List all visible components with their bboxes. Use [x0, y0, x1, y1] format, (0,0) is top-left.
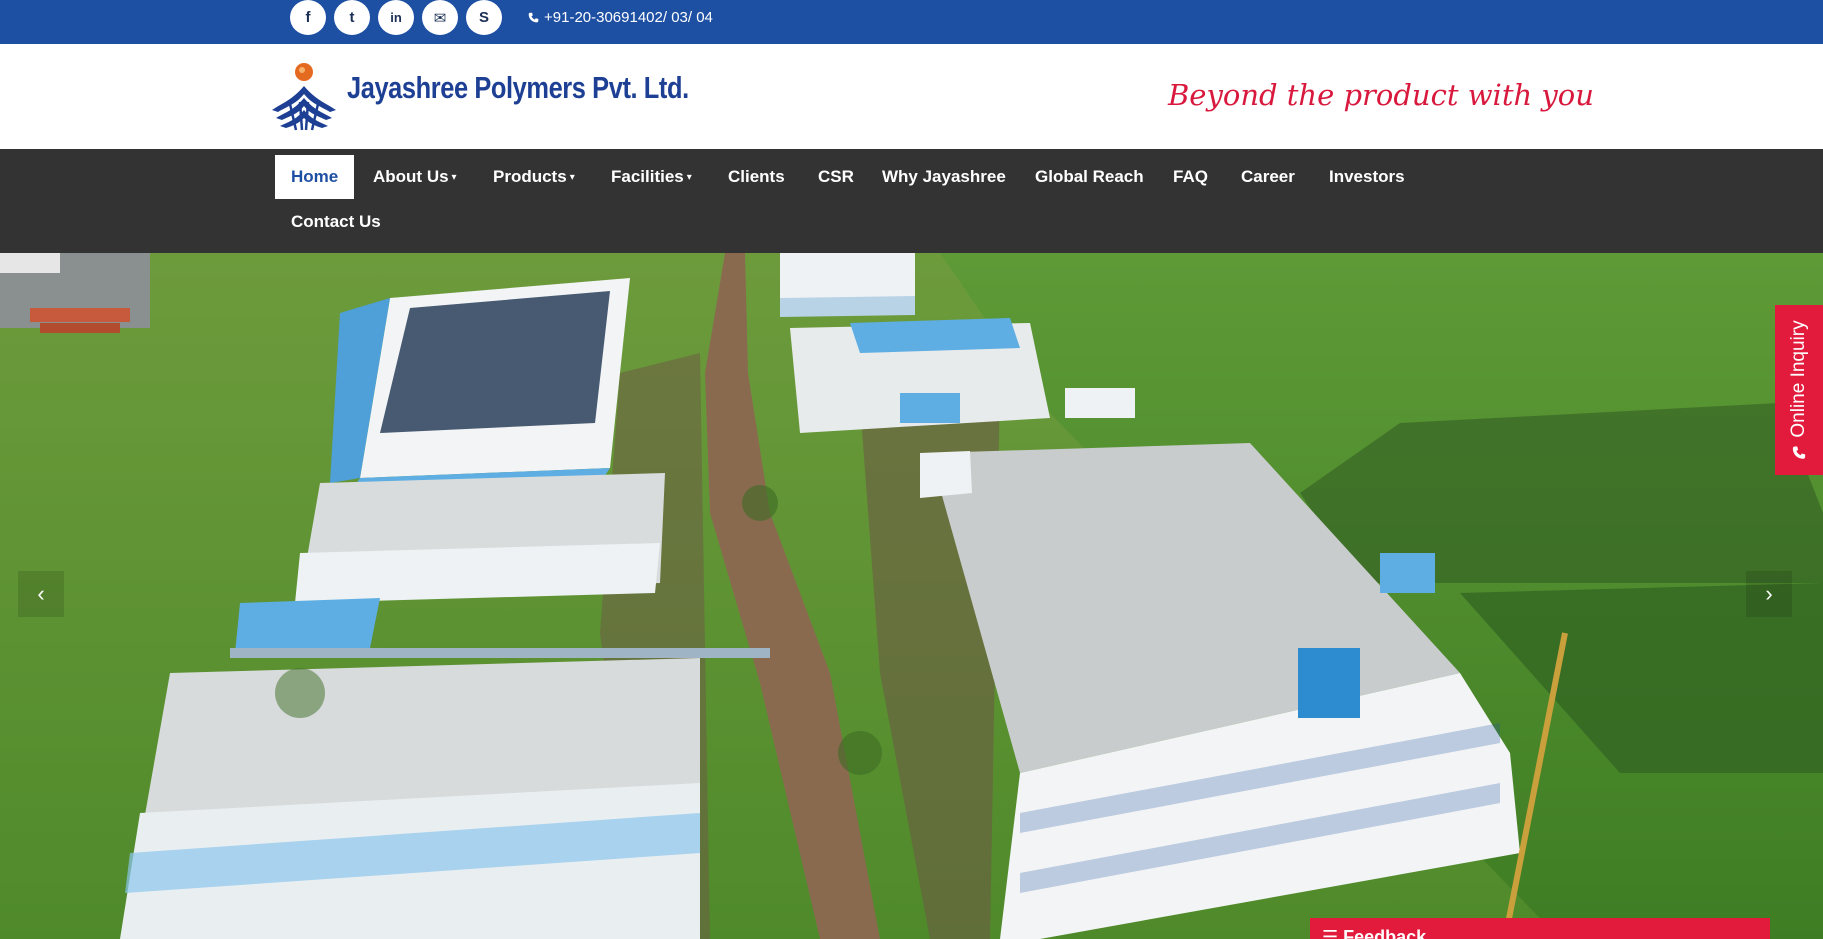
feedback-label: Feedback — [1343, 927, 1427, 939]
hero-carousel[interactable]: ‹ › — [0, 253, 1823, 939]
hero-image — [0, 253, 1823, 939]
feedback-button[interactable]: ☰ Feedback — [1310, 918, 1770, 939]
caret-down-icon: ▾ — [451, 171, 457, 183]
nav-item-global-reach[interactable]: Global Reach — [1035, 155, 1144, 199]
chevron-left-icon: ‹ — [37, 581, 45, 606]
company-name: Jayashree Polymers Pvt. Ltd. — [347, 70, 689, 105]
nav-label: FAQ — [1173, 167, 1208, 186]
envelope-glyph: ✉ — [433, 9, 447, 27]
nav-label: Contact Us — [291, 212, 381, 231]
nav-item-about-us[interactable]: About Us ▾ — [373, 155, 457, 199]
top-bar: f t in ✉ S +91-20-30691402/ 03/ 04 — [0, 0, 1823, 44]
phone-icon — [1792, 446, 1806, 459]
nav-label: About Us — [373, 167, 449, 186]
nav-label: Global Reach — [1035, 167, 1144, 186]
online-inquiry-content: Online Inquiry — [1788, 320, 1810, 459]
nav-label: Products — [493, 167, 567, 186]
caret-down-icon: ▾ — [569, 171, 575, 183]
twitter-icon[interactable]: t — [334, 0, 370, 35]
feedback-icon: ☰ — [1322, 927, 1344, 939]
nav-item-home[interactable]: Home — [275, 155, 355, 199]
nav-item-clients[interactable]: Clients — [728, 155, 785, 199]
logo-mark — [272, 63, 336, 131]
skype-glyph: S — [478, 9, 489, 26]
main-nav: Home About Us ▾ Products ▾ Facilities ▾ Cli… — [0, 149, 1823, 253]
nav-label: Facilities — [611, 167, 684, 186]
nav-item-csr[interactable]: CSR — [818, 155, 854, 199]
carousel-next-button[interactable]: › — [1746, 571, 1792, 617]
nav-item-investors[interactable]: Investors — [1329, 155, 1405, 199]
nav-label: Investors — [1329, 167, 1405, 186]
linkedin-glyph: in — [390, 10, 402, 25]
facebook-glyph: f — [305, 9, 311, 26]
nav-label: Home — [291, 167, 339, 186]
nav-label: Why Jayashree — [882, 167, 1006, 186]
nav-item-career[interactable]: Career — [1241, 155, 1295, 199]
tagline: Beyond the product with you — [1168, 78, 1594, 112]
online-inquiry-tab[interactable]: Online Inquiry — [1775, 305, 1823, 475]
nav-label: Clients — [728, 167, 785, 186]
caret-down-icon: ▾ — [686, 171, 692, 183]
nav-item-faq[interactable]: FAQ — [1173, 155, 1208, 199]
online-inquiry-label: Online Inquiry — [1788, 320, 1809, 438]
phone-number: +91-20-30691402/ 03/ 04 — [544, 9, 713, 26]
phone-contact: +91-20-30691402/ 03/ 04 — [528, 9, 713, 26]
site-header: Jayashree Polymers Pvt. Ltd. Beyond the … — [0, 44, 1823, 149]
nav-label: Career — [1241, 167, 1295, 186]
company-logo[interactable]: Jayashree Polymers Pvt. Ltd. — [270, 60, 689, 132]
chevron-right-icon: › — [1765, 581, 1773, 606]
nav-item-why-jayashree[interactable]: Why Jayashree — [882, 155, 1006, 199]
linkedin-icon[interactable]: in — [378, 0, 414, 35]
phone-icon — [528, 12, 539, 23]
facebook-icon[interactable]: f — [290, 0, 326, 35]
envelope-icon[interactable]: ✉ — [422, 0, 458, 35]
carousel-prev-button[interactable]: ‹ — [18, 571, 64, 617]
nav-item-products[interactable]: Products ▾ — [493, 155, 575, 199]
nav-label: CSR — [818, 167, 854, 186]
twitter-glyph: t — [349, 9, 355, 26]
nav-item-facilities[interactable]: Facilities ▾ — [611, 155, 692, 199]
skype-icon[interactable]: S — [466, 0, 502, 35]
nav-item-contact-us[interactable]: Contact Us — [291, 200, 381, 244]
